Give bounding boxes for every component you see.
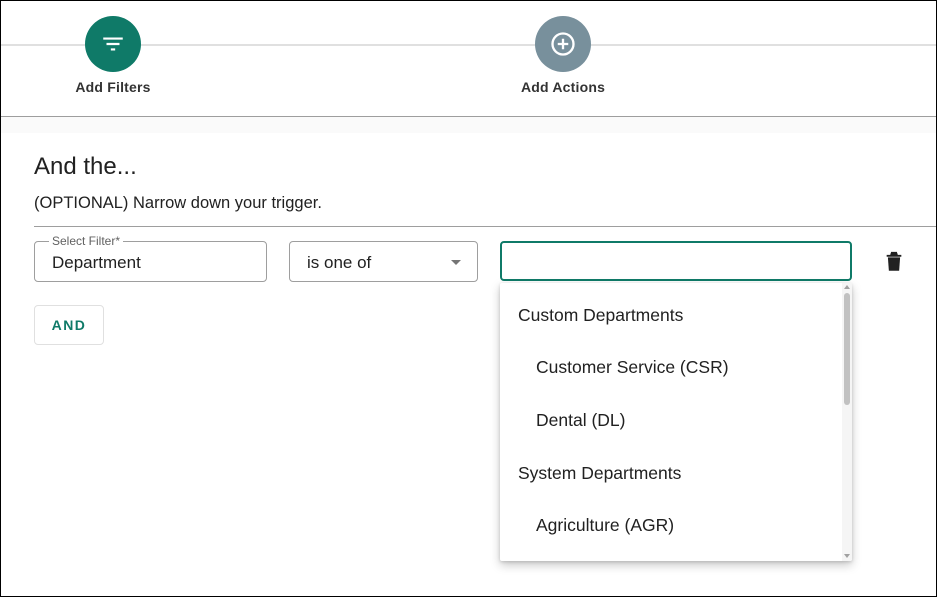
filter-list-icon[interactable] xyxy=(85,16,141,72)
section-separator xyxy=(1,117,936,133)
add-circle-icon[interactable] xyxy=(535,16,591,72)
select-filter-value: Department xyxy=(52,253,141,272)
filter-value-text-input[interactable] xyxy=(502,243,850,279)
department-dropdown: Custom Departments Customer Service (CSR… xyxy=(500,283,852,561)
trash-icon[interactable] xyxy=(883,249,905,273)
dropdown-option[interactable]: Agriculture (AGR) xyxy=(536,515,674,536)
dropdown-option[interactable]: Dental (DL) xyxy=(536,410,625,431)
stepper: Add Filters Add Actions xyxy=(1,1,936,117)
dropdown-group-custom-departments: Custom Departments xyxy=(518,305,684,325)
select-filter-label: Select Filter* xyxy=(49,234,124,248)
dropdown-group-system-departments: System Departments xyxy=(518,463,682,483)
scroll-down-icon[interactable] xyxy=(844,554,850,558)
section-subtitle: (OPTIONAL) Narrow down your trigger. xyxy=(34,194,322,212)
operator-value: is one of xyxy=(307,253,372,272)
section-title: And the... xyxy=(34,153,137,180)
dropdown-scrollbar[interactable] xyxy=(842,283,852,561)
filter-value-input[interactable] xyxy=(500,241,852,281)
section-divider xyxy=(34,226,936,227)
scroll-up-icon[interactable] xyxy=(844,285,850,289)
select-filter-field[interactable]: Select Filter* Department xyxy=(34,234,267,282)
dropdown-option[interactable]: Customer Service (CSR) xyxy=(536,357,729,378)
step-label-add-actions: Add Actions xyxy=(520,79,606,95)
scroll-thumb[interactable] xyxy=(844,293,850,405)
step-add-actions[interactable]: Add Actions xyxy=(513,16,613,95)
chevron-down-icon xyxy=(451,260,461,265)
and-button[interactable]: AND xyxy=(34,305,104,345)
step-add-filters[interactable]: Add Filters xyxy=(73,16,153,95)
step-label-add-filters: Add Filters xyxy=(75,79,151,95)
operator-select[interactable]: is one of xyxy=(289,241,478,282)
app-frame: Add Filters Add Actions And the... (OPTI… xyxy=(0,0,937,597)
